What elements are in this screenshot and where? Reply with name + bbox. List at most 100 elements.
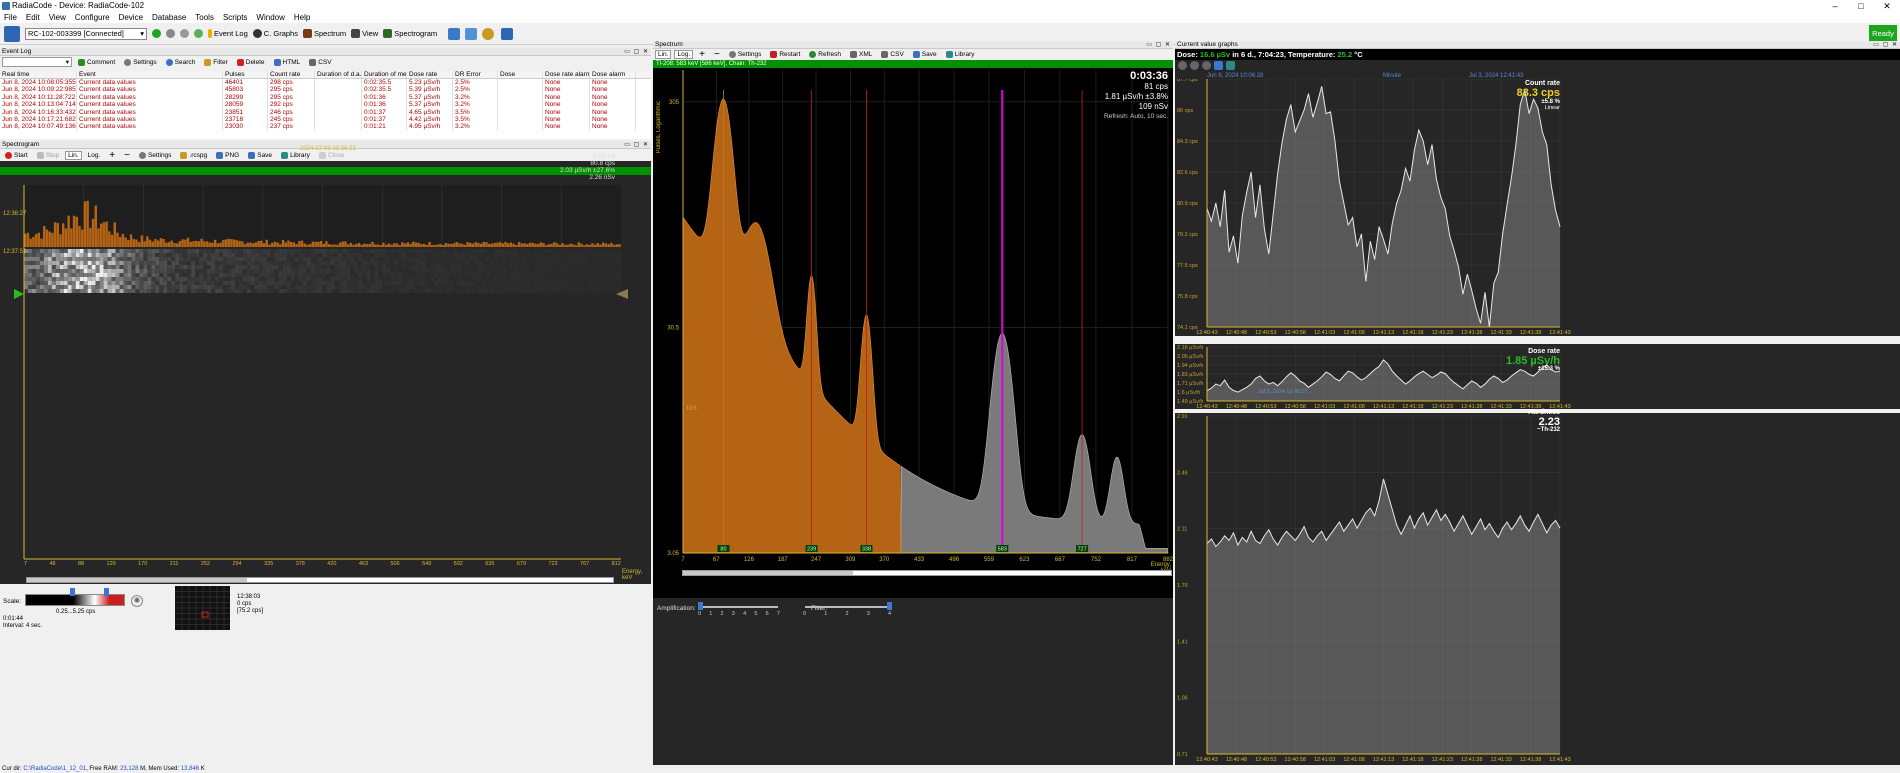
- light-icon[interactable]: [194, 29, 203, 38]
- refresh-button[interactable]: Refresh: [806, 50, 844, 59]
- panel-controls[interactable]: ▭ ▢ ✕: [1873, 41, 1898, 49]
- lin-button[interactable]: Lin.: [65, 150, 82, 160]
- event-log-button[interactable]: Event Log: [208, 29, 248, 38]
- export-icon[interactable]: [1226, 61, 1235, 70]
- stop-button[interactable]: Stop: [34, 151, 62, 160]
- spectrum-button[interactable]: Spectrum: [302, 29, 346, 38]
- radiation-icon[interactable]: ✺: [131, 595, 143, 607]
- export-icon[interactable]: [501, 27, 514, 40]
- column-header[interactable]: Event: [77, 71, 223, 78]
- event-settings-button[interactable]: Settings: [121, 58, 160, 67]
- scrollbar-thumb[interactable]: [27, 578, 247, 582]
- spectrum-save-button[interactable]: Save: [910, 50, 940, 59]
- horizontal-scrollbar[interactable]: [26, 577, 614, 583]
- spectrum-library-button[interactable]: Library: [943, 50, 978, 59]
- connect-icon[interactable]: [152, 29, 161, 38]
- menu-configure[interactable]: Configure: [75, 13, 110, 22]
- column-header[interactable]: DR Error: [453, 71, 498, 78]
- spectrum-settings-button[interactable]: Settings: [726, 50, 765, 59]
- column-header[interactable]: Pulses: [223, 71, 268, 78]
- table-row[interactable]: Jun 8, 2024 10:09:22:985 Current data val…: [0, 86, 651, 94]
- column-header[interactable]: Dose: [498, 71, 543, 78]
- menu-edit[interactable]: Edit: [26, 13, 40, 22]
- y-tick-label: 1.06: [1177, 696, 1188, 702]
- filter-handle[interactable]: [887, 602, 892, 610]
- panel-controls[interactable]: ▭ ▢ ✕: [624, 141, 649, 149]
- column-header[interactable]: Count rate: [268, 71, 315, 78]
- csv-button[interactable]: CSV: [306, 58, 334, 67]
- rcspg-button[interactable]: .rcspg: [177, 151, 210, 160]
- column-header[interactable]: Real time: [0, 71, 77, 78]
- spectrogram-settings-button[interactable]: Settings: [136, 151, 175, 160]
- panel-controls[interactable]: ▭ ▢ ✕: [624, 48, 649, 56]
- zoom-out-icon[interactable]: [1202, 61, 1211, 70]
- view-button[interactable]: View: [351, 29, 378, 38]
- column-header[interactable]: Dose alarm: [590, 71, 636, 78]
- start-button[interactable]: Start: [2, 151, 31, 160]
- log-button[interactable]: Log.: [85, 151, 104, 160]
- delete-button[interactable]: Delete: [234, 58, 268, 67]
- scale-min-handle[interactable]: [70, 588, 75, 596]
- waterfall-cell: [24, 281, 28, 285]
- preview-grid[interactable]: [175, 586, 230, 630]
- menu-device[interactable]: Device: [119, 13, 143, 22]
- menu-file[interactable]: File: [4, 13, 17, 22]
- spectrum-info-refresh: Refresh: Auto, 10 sec.: [1104, 113, 1168, 120]
- color-scale-bar[interactable]: [25, 594, 125, 606]
- menu-help[interactable]: Help: [294, 13, 310, 22]
- xml-button[interactable]: XML: [847, 50, 875, 59]
- menu-scripts[interactable]: Scripts: [223, 13, 247, 22]
- book-icon[interactable]: [448, 27, 461, 40]
- menu-view[interactable]: View: [49, 13, 66, 22]
- sound-icon[interactable]: [166, 29, 175, 38]
- panel-controls[interactable]: ▭ ▢ ✕: [1146, 41, 1171, 49]
- amplification-handle[interactable]: [698, 602, 703, 610]
- spectrum-log-button[interactable]: Log.: [674, 50, 694, 59]
- close-button[interactable]: ✕: [1874, 0, 1900, 12]
- spectrum-scrollbar[interactable]: [682, 570, 1172, 576]
- spectrogram-button[interactable]: Spectrogram: [383, 29, 437, 38]
- table-row[interactable]: Jun 8, 2024 10:16:33:432 Current data val…: [0, 108, 651, 116]
- search-button[interactable]: Search: [163, 58, 199, 67]
- scrollbar-thumb[interactable]: [683, 571, 853, 575]
- menu-tools[interactable]: Tools: [195, 13, 214, 22]
- spectrum-csv-button[interactable]: CSV: [878, 50, 906, 59]
- column-header[interactable]: Duration of meas.: [362, 71, 407, 78]
- table-row[interactable]: Jun 8, 2024 10:13:04:714 Current data val…: [0, 101, 651, 109]
- column-header[interactable]: Dose rate: [407, 71, 453, 78]
- spectrum-lin-button[interactable]: Lin.: [655, 50, 672, 59]
- device-select[interactable]: RC-102-003399 [Connected] ▾: [25, 27, 147, 40]
- amplification-slider[interactable]: [700, 606, 778, 608]
- badge-icon[interactable]: [482, 27, 495, 40]
- maximize-button[interactable]: □: [1848, 0, 1874, 12]
- settings-icon[interactable]: [1178, 61, 1187, 70]
- column-header[interactable]: Duration of d.a.: [315, 71, 362, 78]
- minimize-button[interactable]: –: [1822, 0, 1848, 12]
- database-icon[interactable]: [465, 27, 478, 40]
- event-filter-select[interactable]: ▾: [2, 57, 72, 67]
- table-row[interactable]: Jun 8, 2024 10:17:21:682 Current data val…: [0, 115, 651, 124]
- c-graphs-button[interactable]: C. Graphs: [252, 29, 298, 38]
- column-header[interactable]: Dose rate alarm: [543, 71, 590, 78]
- vibro-icon[interactable]: [180, 29, 189, 38]
- waterfall-cell: [378, 289, 383, 293]
- menu-window[interactable]: Window: [256, 13, 284, 22]
- device-icon[interactable]: [4, 25, 20, 42]
- spectrogram-save-button[interactable]: Save: [245, 151, 275, 160]
- table-row[interactable]: Jun 8, 2024 10:08:05:355 Current data val…: [0, 79, 651, 87]
- html-button[interactable]: HTML: [271, 58, 304, 67]
- spectrum-chart[interactable]: 80 239 338 583 72730530.53.0513.57 67 126 187 24…: [653, 68, 1173, 568]
- png-button[interactable]: PNG: [213, 151, 242, 160]
- zoom-in-icon[interactable]: [1190, 61, 1199, 70]
- zoom-out-button[interactable]: −: [121, 149, 133, 162]
- menu-database[interactable]: Database: [152, 13, 186, 22]
- restart-button[interactable]: Restart: [767, 50, 803, 59]
- table-row[interactable]: Jun 8, 2024 10:07:49:136 Current data val…: [0, 123, 651, 131]
- comment-button[interactable]: Comment: [75, 58, 118, 67]
- scale-max-handle[interactable]: [104, 588, 109, 596]
- zoom-in-button[interactable]: +: [106, 149, 118, 162]
- table-row[interactable]: Jun 8, 2024 10:11:28:722 Current data val…: [0, 93, 651, 102]
- filter-slider[interactable]: [805, 606, 889, 608]
- fit-icon[interactable]: [1214, 61, 1223, 70]
- filter-button[interactable]: Filter: [201, 58, 230, 67]
